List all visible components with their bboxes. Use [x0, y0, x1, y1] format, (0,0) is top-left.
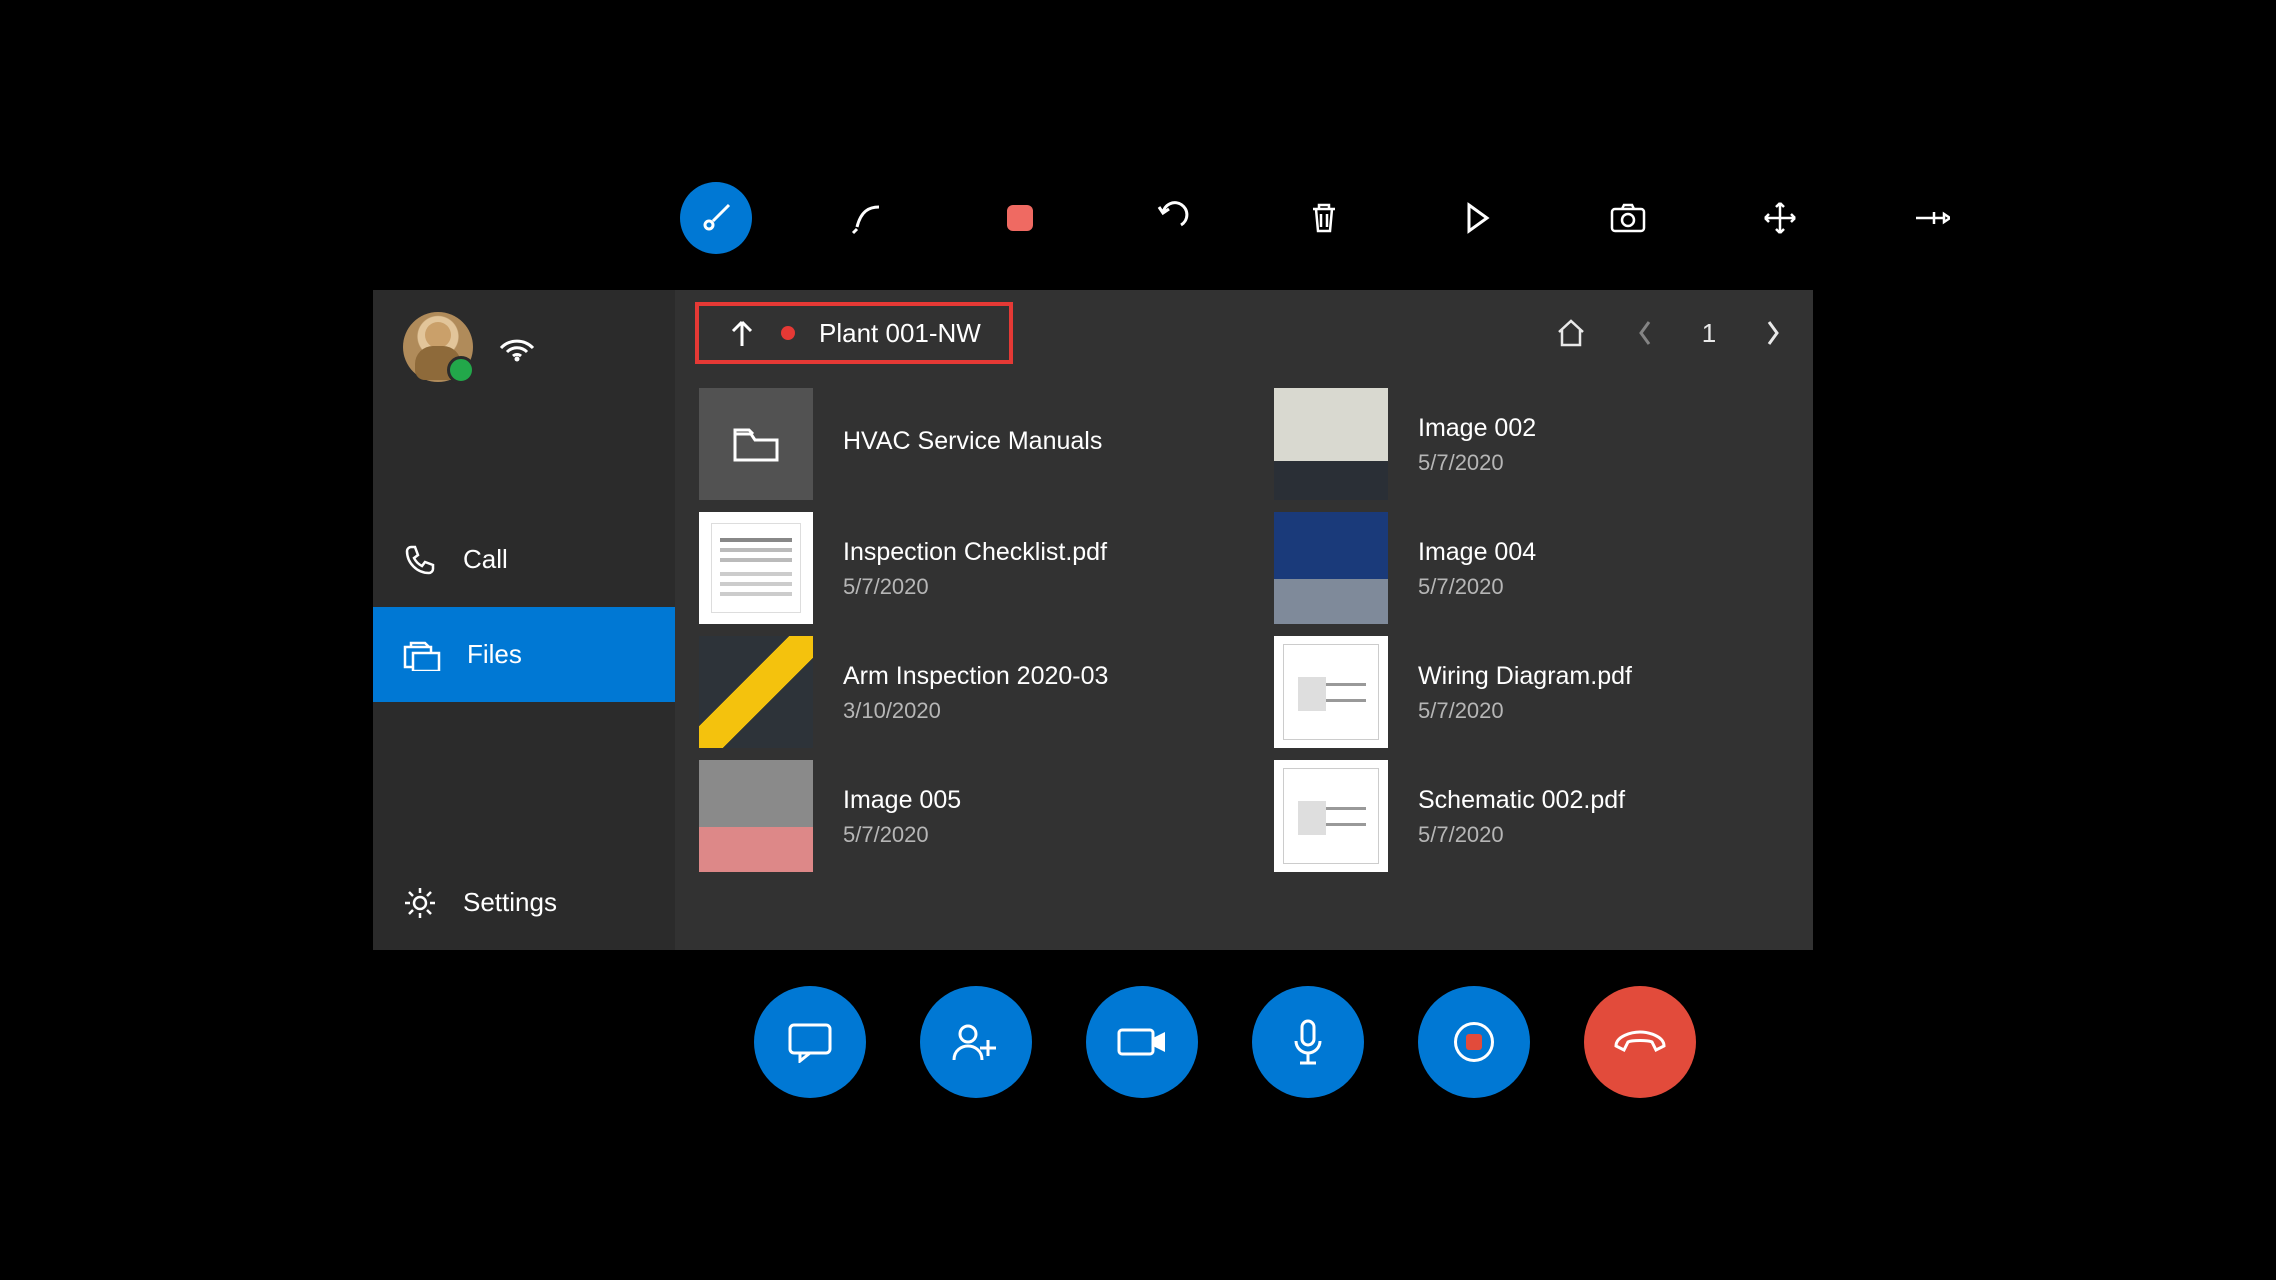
call-bar [754, 986, 1696, 1098]
sidebar-settings-label: Settings [463, 887, 557, 918]
file-name: Arm Inspection 2020-03 [843, 660, 1108, 694]
home-icon [1555, 318, 1587, 348]
record-icon [1454, 1022, 1494, 1062]
file-item[interactable]: Inspection Checklist.pdf 5/7/2020 [699, 512, 1214, 624]
file-name: Schematic 002.pdf [1418, 784, 1625, 818]
ink-button[interactable] [832, 182, 904, 254]
file-name: Image 004 [1418, 536, 1536, 570]
phone-icon [403, 543, 437, 577]
breadcrumb-title: Plant 001-NW [819, 318, 981, 349]
file-name: Inspection Checklist.pdf [843, 536, 1107, 570]
sidebar-item-call[interactable]: Call [373, 512, 675, 607]
folder-icon [699, 388, 813, 500]
camera-icon [1610, 203, 1646, 233]
file-name: Image 005 [843, 784, 961, 818]
laser-pointer-button[interactable] [680, 182, 752, 254]
files-grid: HVAC Service Manuals Image 002 5/7/2020 … [675, 380, 1813, 888]
image-thumb [1274, 512, 1388, 624]
delete-button[interactable] [1288, 182, 1360, 254]
prev-page-button[interactable] [1625, 313, 1665, 353]
doc-thumb [699, 512, 813, 624]
stop-icon [1005, 203, 1035, 233]
end-call-icon [1612, 1028, 1668, 1056]
files-icon [403, 639, 441, 671]
pin-button[interactable] [1896, 182, 1968, 254]
people-button[interactable] [920, 986, 1032, 1098]
end-call-button[interactable] [1584, 986, 1696, 1098]
file-item[interactable]: HVAC Service Manuals [699, 388, 1214, 500]
chevron-right-icon [1763, 318, 1783, 348]
file-item[interactable]: Wiring Diagram.pdf 5/7/2020 [1274, 636, 1789, 748]
file-date: 5/7/2020 [843, 574, 1107, 600]
avatar[interactable] [403, 312, 473, 382]
next-page-button[interactable] [1753, 313, 1793, 353]
play-icon [1461, 201, 1491, 235]
laser-pointer-icon [699, 201, 733, 235]
file-date: 5/7/2020 [1418, 450, 1536, 476]
image-thumb [699, 760, 813, 872]
video-icon [1115, 1024, 1169, 1060]
mic-button[interactable] [1252, 986, 1364, 1098]
trash-icon [1309, 201, 1339, 235]
file-date: 5/7/2020 [1418, 698, 1632, 724]
home-button[interactable] [1551, 313, 1591, 353]
pin-icon [1914, 206, 1950, 230]
file-item[interactable]: Arm Inspection 2020-03 3/10/2020 [699, 636, 1214, 748]
undo-button[interactable] [1136, 182, 1208, 254]
breadcrumb[interactable]: Plant 001-NW [695, 302, 1013, 364]
breadcrumb-row: Plant 001-NW 1 [675, 290, 1813, 380]
ink-icon [851, 201, 885, 235]
sidebar-item-files[interactable]: Files [373, 607, 675, 702]
file-date: 5/7/2020 [1418, 574, 1536, 600]
schematic-thumb [1274, 636, 1388, 748]
files-window: Call Files Settings Plant 001-NW [373, 290, 1813, 950]
undo-icon [1155, 201, 1189, 235]
move-button[interactable] [1744, 182, 1816, 254]
profile-row [373, 290, 675, 402]
file-date: 5/7/2020 [843, 822, 961, 848]
sidebar-nav: Call Files [373, 512, 675, 702]
image-thumb [1274, 388, 1388, 500]
stop-record-button[interactable] [984, 182, 1056, 254]
file-date: 5/7/2020 [1418, 822, 1625, 848]
file-date: 3/10/2020 [843, 698, 1108, 724]
wifi-icon [497, 328, 537, 367]
people-icon [950, 1020, 1002, 1064]
play-button[interactable] [1440, 182, 1512, 254]
page-number: 1 [1699, 318, 1719, 349]
camera-button[interactable] [1592, 182, 1664, 254]
video-button[interactable] [1086, 986, 1198, 1098]
file-name: Wiring Diagram.pdf [1418, 660, 1632, 694]
image-thumb [699, 636, 813, 748]
chat-icon [786, 1021, 834, 1063]
move-icon [1763, 201, 1797, 235]
chevron-left-icon [1635, 318, 1655, 348]
sidebar: Call Files Settings [373, 290, 675, 950]
sidebar-item-settings[interactable]: Settings [373, 855, 675, 950]
file-name: HVAC Service Manuals [843, 425, 1102, 459]
file-name: Image 002 [1418, 412, 1536, 446]
breadcrumb-nav: 1 [1551, 313, 1793, 353]
gear-icon [403, 886, 437, 920]
file-item[interactable]: Image 004 5/7/2020 [1274, 512, 1789, 624]
content-area: Plant 001-NW 1 [675, 290, 1813, 950]
chat-button[interactable] [754, 986, 866, 1098]
annotation-toolbar [680, 182, 1968, 254]
file-item[interactable]: Image 002 5/7/2020 [1274, 388, 1789, 500]
up-arrow-icon [727, 316, 757, 350]
mic-icon [1290, 1017, 1326, 1067]
record-button[interactable] [1418, 986, 1530, 1098]
sidebar-files-label: Files [467, 639, 522, 670]
file-item[interactable]: Image 005 5/7/2020 [699, 760, 1214, 872]
schematic-thumb [1274, 760, 1388, 872]
file-item[interactable]: Schematic 002.pdf 5/7/2020 [1274, 760, 1789, 872]
record-dot-icon [781, 326, 795, 340]
sidebar-call-label: Call [463, 544, 508, 575]
